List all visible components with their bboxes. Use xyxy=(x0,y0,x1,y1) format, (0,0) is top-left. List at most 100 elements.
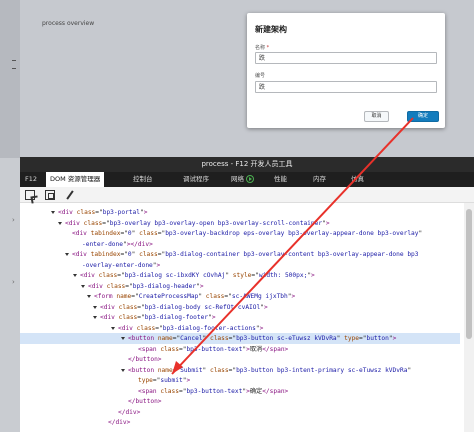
dom-token: class xyxy=(139,230,158,237)
cancel-button[interactable]: 取消 xyxy=(364,111,389,122)
dom-token: class xyxy=(118,314,138,321)
dom-token: =" xyxy=(137,314,145,321)
expand-triangle-icon[interactable] xyxy=(87,295,91,298)
dom-token: <button xyxy=(128,335,158,342)
dom-token: type xyxy=(344,335,360,342)
dom-node-line[interactable]: <div class="bp3-dialog-footer"> xyxy=(20,312,460,323)
dom-node-line[interactable]: </div> xyxy=(20,417,460,428)
expand-triangle-icon[interactable] xyxy=(81,284,85,288)
dom-token: style xyxy=(232,272,252,279)
dom-token: > xyxy=(291,293,296,300)
gutter-arrow-icon: › xyxy=(12,278,15,286)
ok-button[interactable]: 确定 xyxy=(407,111,439,122)
dom-token: button xyxy=(366,335,389,342)
dom-node-line[interactable]: <div class="bp3-dialog sc-ibxdKY cOvhAj"… xyxy=(20,270,460,281)
dom-token: bp3-dialog-body sc-RefOt cvAIOl xyxy=(144,303,261,311)
dom-token: " xyxy=(418,230,423,237)
tab-debugger[interactable]: 调试程序 xyxy=(183,172,209,187)
dom-token: > xyxy=(259,324,264,332)
dom-token: class xyxy=(106,282,126,290)
dom-node-line[interactable]: </button> xyxy=(20,396,460,407)
dom-token: bp3-dialog-footer-actions xyxy=(162,324,256,332)
dom-node-line[interactable]: <div class="bp3-portal"> xyxy=(20,207,460,218)
dom-token: =" xyxy=(120,230,128,237)
dom-node-line[interactable]: </button> xyxy=(20,354,460,365)
dom-node-line[interactable]: <div tabindex="0" class="bp3-dialog-cont… xyxy=(20,249,460,260)
dom-node-line[interactable]: <div class="bp3-overlay bp3-overlay-open… xyxy=(20,218,460,229)
dom-token: > xyxy=(199,282,204,290)
dom-token: class xyxy=(209,335,229,342)
expand-triangle-icon[interactable] xyxy=(121,368,125,372)
tab-emulation[interactable]: 仿真 xyxy=(351,172,364,187)
dom-token: =" xyxy=(95,209,103,216)
dom-node-line[interactable]: type="submit"> xyxy=(20,375,460,386)
dom-token: =" xyxy=(117,272,125,279)
frame-target-icon[interactable] xyxy=(45,190,55,200)
tab-dom-explorer[interactable]: DOM 资源管理器 xyxy=(46,172,105,187)
expand-triangle-icon[interactable] xyxy=(51,211,55,214)
expand-triangle-icon[interactable] xyxy=(93,316,97,319)
dom-token: <div xyxy=(65,219,84,227)
tab-console[interactable]: 控制台 xyxy=(133,172,153,187)
dom-token: class xyxy=(98,272,118,279)
expand-triangle-icon[interactable] xyxy=(111,326,115,330)
dom-token: bp3-button-text xyxy=(186,345,243,353)
dom-token: =" xyxy=(228,335,237,342)
select-element-icon[interactable] xyxy=(25,190,35,200)
dom-node-line[interactable]: -enter-done"></div> xyxy=(20,239,460,250)
name-field[interactable]: 跌 xyxy=(255,52,437,64)
dom-token: =" xyxy=(137,303,145,311)
devtools-toolbar xyxy=(20,187,474,203)
dom-token: " xyxy=(202,335,210,342)
dom-token: class xyxy=(136,324,156,332)
tab-f12[interactable]: F12 xyxy=(25,172,37,187)
gutter-arrow-icon: › xyxy=(12,216,15,224)
expand-triangle-icon[interactable] xyxy=(93,305,97,309)
dom-tree[interactable]: <div class="bp3-portal"> <div class="bp3-… xyxy=(20,203,474,432)
dom-token: -overlay-enter-done xyxy=(82,261,153,269)
tab-network[interactable]: 网络 xyxy=(231,172,254,187)
dom-node-line[interactable]: <button name="Submit" class="bp3-button … xyxy=(20,365,460,376)
dom-token: bp3-dialog-container bp3-overlay-content… xyxy=(165,251,419,258)
code-field[interactable]: 跌 xyxy=(255,81,437,93)
dom-node-line[interactable]: <div class="bp3-dialog-body sc-RefOt cvA… xyxy=(20,302,460,313)
required-mark: * xyxy=(266,45,270,51)
dom-token: bp3-dialog-header xyxy=(132,282,197,290)
dom-token: " xyxy=(202,366,210,374)
dom-token: </button> xyxy=(128,398,162,405)
dom-token: " xyxy=(336,335,345,342)
scroll-thumb[interactable] xyxy=(466,209,472,339)
dom-node-line[interactable]: <div class="bp3-dialog-header"> xyxy=(20,281,460,292)
dom-node-line[interactable]: <span class="bp3-button-text">确定</span> xyxy=(20,386,460,397)
dom-token: bp3-dialog sc-ibxdKY cOvhAj xyxy=(124,272,226,279)
dom-node-line[interactable]: </div> xyxy=(20,407,460,418)
dom-token: submit xyxy=(160,377,183,384)
dom-token: </div> xyxy=(118,408,141,416)
dom-token: CreateProcessMap xyxy=(138,293,199,300)
create-dialog: 新建架构 名称 * 跌 编号 跌 取消 确定 xyxy=(247,13,445,128)
dom-token: <div xyxy=(100,303,119,311)
dom-node-line[interactable]: <div tabindex="0" class="bp3-overlay-bac… xyxy=(20,228,460,239)
dom-token: =" xyxy=(125,282,133,290)
dom-token: > xyxy=(263,303,268,311)
dom-token: <form xyxy=(94,293,117,300)
expand-triangle-icon[interactable] xyxy=(73,274,77,277)
dom-token: class xyxy=(118,303,138,311)
devtools-tabbar: F12 DOM 资源管理器 控制台 调试程序 网络 性能 内存 仿真 xyxy=(20,172,474,187)
color-picker-icon[interactable] xyxy=(65,190,75,200)
dom-node-line[interactable]: <div class="bp3-dialog-footer-actions"> xyxy=(20,323,460,334)
dom-node-line[interactable]: <form name="CreateProcessMap" class="sc-… xyxy=(20,291,460,302)
dom-node-line[interactable]: <span class="bp3-button-text">取消</span> xyxy=(20,344,460,355)
dom-token: <div xyxy=(100,314,119,321)
expand-triangle-icon[interactable] xyxy=(65,253,69,256)
dom-scrollbar[interactable] xyxy=(464,203,474,432)
tab-performance[interactable]: 性能 xyxy=(274,172,287,187)
dom-token: > xyxy=(156,261,161,269)
dom-node-line[interactable]: -overlay-enter-done"> xyxy=(20,260,460,271)
dom-token: sc-AWEMg ijxTbh xyxy=(231,293,288,300)
expand-triangle-icon[interactable] xyxy=(121,337,125,340)
dom-token: =" xyxy=(131,293,139,300)
dom-node-line[interactable]: <button name="Cancel" class="bp3-button … xyxy=(20,333,460,344)
expand-triangle-icon[interactable] xyxy=(58,221,62,225)
tab-memory[interactable]: 内存 xyxy=(313,172,326,187)
